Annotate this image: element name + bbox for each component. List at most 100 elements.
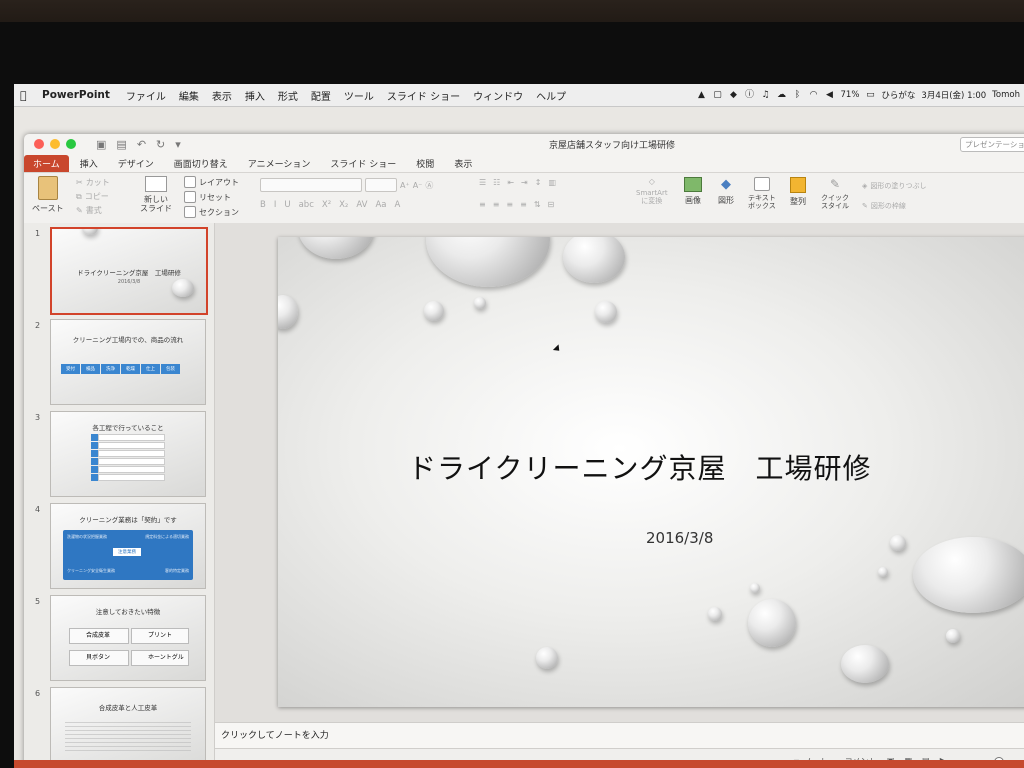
wifi-icon[interactable]: ◠ [809, 90, 819, 100]
font-name-field[interactable] [260, 178, 362, 192]
apple-icon[interactable]:  [20, 89, 32, 102]
current-slide[interactable]: ドライクリーニング京屋 工場研修 2016/3/8 [278, 237, 1024, 707]
grow-font-icon[interactable]: A⁺ [400, 181, 410, 190]
menu-file[interactable]: ファイル [126, 88, 166, 103]
shape-fill-button[interactable]: ◈ 図形の塗りつぶし [862, 181, 926, 191]
search-input[interactable]: プレゼンテーション [960, 137, 1024, 152]
menu-arrange[interactable]: 配置 [311, 88, 331, 103]
drive-icon[interactable]: ▲ [697, 90, 707, 100]
text-highlight-icon[interactable]: Aa [375, 200, 386, 210]
layout-button[interactable]: レイアウト [184, 176, 239, 188]
close-button[interactable] [34, 139, 44, 149]
text-direction-icon[interactable]: ⇅ [534, 200, 541, 209]
slide-thumbnail-4[interactable]: クリーニング業務は「契約」です 洗濯物の状況把握業務 規定料金による適切業務 注… [50, 503, 206, 589]
tab-review[interactable]: 校閲 [407, 155, 443, 172]
decrease-indent-icon[interactable]: ⇤ [507, 178, 514, 187]
align-left-icon[interactable]: ≡ [479, 200, 486, 209]
new-slide-button[interactable]: 新しい スライド [140, 176, 172, 213]
menu-view[interactable]: 表示 [212, 88, 232, 103]
align-right-icon[interactable]: ≡ [506, 200, 513, 209]
panel-text: クリーニング安全衛生業務 [67, 568, 115, 573]
save-icon[interactable]: ▤ [116, 138, 126, 151]
tab-view[interactable]: 表示 [445, 155, 481, 172]
line-spacing-icon[interactable]: ↕ [535, 178, 542, 187]
shape-outline-button[interactable]: ✎ 図形の枠線 [862, 201, 906, 211]
copy-button[interactable]: ⧉ コピー [76, 191, 109, 202]
slide-thumbnail-3[interactable]: 各工程で行っていること [50, 411, 206, 497]
sidebar-icon[interactable]: ▣ [96, 138, 106, 151]
menu-format[interactable]: 形式 [278, 88, 298, 103]
tab-transitions[interactable]: 画面切り替え [165, 155, 237, 172]
input-method[interactable]: ひらがな [881, 89, 915, 101]
format-painter-button[interactable]: ✎ 書式 [76, 205, 102, 216]
section-button[interactable]: セクション [184, 206, 239, 218]
quick-styles-label: クイック スタイル [821, 194, 849, 210]
slide-subtitle[interactable]: 2016/3/8 [646, 529, 713, 547]
numbering-icon[interactable]: ☷ [493, 178, 500, 187]
font-color-icon[interactable]: A [394, 200, 400, 210]
evernote-icon[interactable]: ◆ [729, 90, 739, 100]
slide-thumbnail-2[interactable]: クリーニング工場内での、商品の流れ 受付 検品 洗浄 乾燥 仕上 包装 [50, 319, 206, 405]
notes-input[interactable]: クリックしてノートを入力 [215, 722, 1024, 749]
paste-button[interactable]: ペースト [32, 176, 64, 214]
arrange-button[interactable]: 整列 [790, 177, 806, 207]
clear-format-icon[interactable]: Ⓐ [425, 180, 433, 191]
font-size-field[interactable] [365, 178, 397, 192]
cut-button[interactable]: ✂ カット [76, 177, 110, 188]
align-center-icon[interactable]: ≡ [493, 200, 500, 209]
picture-button[interactable]: 画像 [684, 177, 702, 206]
slide-thumbnail-5[interactable]: 注意しておきたい特徴 合成皮革 プリント 貝ボタン ホーントグル [50, 595, 206, 681]
quick-styles-button[interactable]: ✎ クイック スタイル [821, 177, 849, 210]
shrink-font-icon[interactable]: A⁻ [413, 181, 423, 190]
menu-help[interactable]: ヘルプ [536, 88, 566, 103]
tab-design[interactable]: デザイン [109, 155, 163, 172]
menu-slideshow[interactable]: スライド ショー [387, 88, 460, 103]
subscript-icon[interactable]: X₂ [339, 200, 348, 210]
cloud-icon[interactable]: ☁ [777, 90, 787, 100]
customize-icon[interactable]: ▾ [175, 138, 181, 151]
tab-insert[interactable]: 挿入 [71, 155, 107, 172]
menu-tools[interactable]: ツール [344, 88, 374, 103]
menu-insert[interactable]: 挿入 [245, 88, 265, 103]
slide-title[interactable]: ドライクリーニング京屋 工場研修 [408, 447, 871, 487]
headphones-icon[interactable]: ♫ [761, 90, 771, 100]
bluetooth-icon[interactable]: ᛒ [793, 90, 803, 100]
bold-icon[interactable]: B [260, 200, 266, 210]
reset-button[interactable]: リセット [184, 191, 231, 203]
tab-slideshow[interactable]: スライド ショー [321, 155, 405, 172]
clock[interactable]: 3月4日(金) 1:00 [921, 89, 986, 101]
slide-thumbnail-1[interactable]: ドライクリーニング京屋 工場研修 2016/3/8 [50, 227, 208, 315]
undo-icon[interactable]: ↶ [137, 138, 146, 151]
minimize-button[interactable] [50, 139, 60, 149]
zoom-button[interactable] [66, 139, 76, 149]
slide-thumbnail-6[interactable]: 合成皮革と人工皮革 [50, 687, 206, 768]
textbox-button[interactable]: テキスト ボックス [748, 177, 776, 210]
tab-animations[interactable]: アニメーション [239, 155, 320, 172]
process-step: 包装 [161, 364, 180, 374]
columns-icon[interactable]: ▥ [548, 178, 556, 187]
document-icon[interactable]: ▢ [713, 90, 723, 100]
bullets-icon[interactable]: ☰ [479, 178, 486, 187]
tab-home[interactable]: ホーム [24, 155, 69, 172]
reset-label: リセット [199, 192, 231, 202]
user-name[interactable]: Tomoh [992, 90, 1020, 100]
menu-window[interactable]: ウィンドウ [473, 88, 523, 103]
char-spacing-icon[interactable]: AV [356, 200, 367, 210]
volume-icon[interactable]: ◀ [825, 90, 835, 100]
app-menu[interactable]: PowerPoint [42, 89, 110, 101]
section-icon [184, 206, 196, 218]
justify-icon[interactable]: ≡ [520, 200, 527, 209]
underline-icon[interactable]: U [284, 200, 290, 210]
superscript-icon[interactable]: X² [322, 200, 331, 210]
menu-edit[interactable]: 編集 [179, 88, 199, 103]
italic-icon[interactable]: I [274, 200, 277, 210]
checklist-row [91, 466, 165, 473]
smartart-button[interactable]: ◇ SmartArt に変換 [636, 177, 668, 205]
battery-icon[interactable]: ▭ [865, 90, 875, 100]
align-text-icon[interactable]: ⊟ [548, 200, 555, 209]
info-icon[interactable]: ⓘ [745, 90, 755, 100]
increase-indent-icon[interactable]: ⇥ [521, 178, 528, 187]
redo-icon[interactable]: ↻ [156, 138, 165, 151]
strikethrough-icon[interactable]: abc [299, 200, 314, 210]
shapes-button[interactable]: ◆ 図形 [718, 177, 734, 206]
